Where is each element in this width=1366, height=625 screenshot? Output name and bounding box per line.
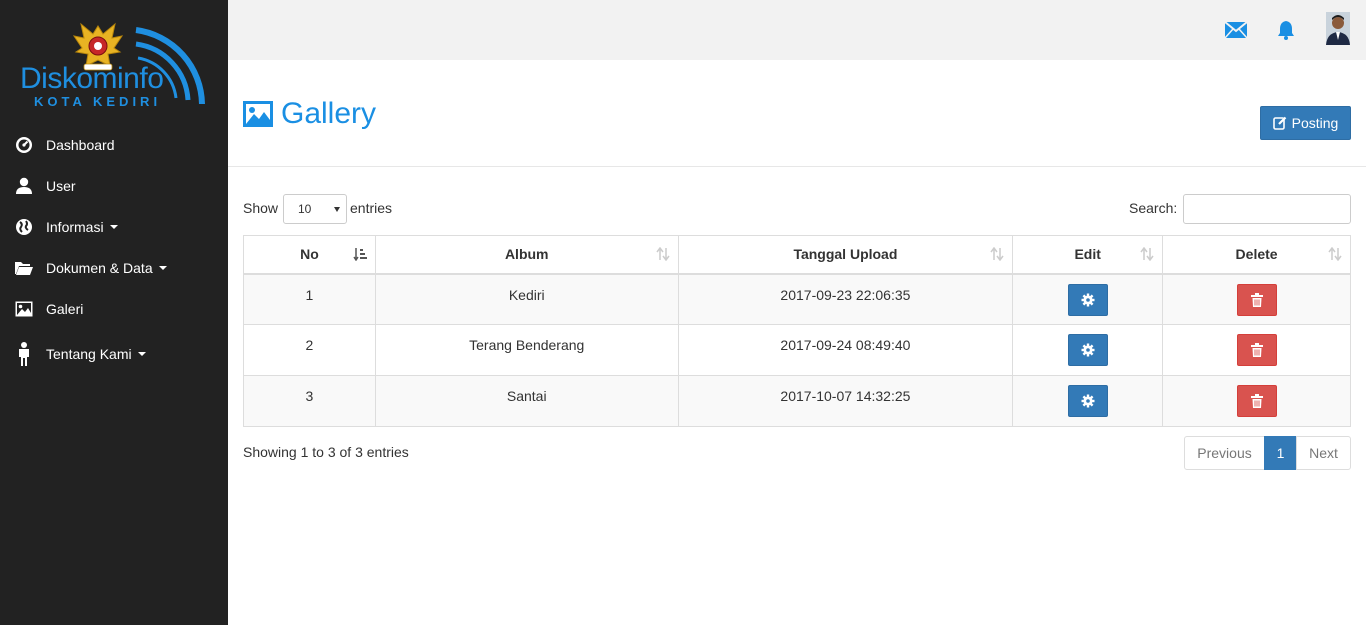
sidebar-item-dokumen-data[interactable]: Dokumen & Data xyxy=(0,247,228,288)
folder-open-icon xyxy=(14,258,34,278)
table-info: Showing 1 to 3 of 3 entries xyxy=(243,444,409,460)
delete-button[interactable] xyxy=(1236,334,1277,366)
bell-icon[interactable] xyxy=(1274,18,1298,42)
sort-both-icon xyxy=(1140,246,1154,264)
user-avatar[interactable] xyxy=(1326,12,1350,45)
cell-no: 1 xyxy=(243,273,376,325)
page-1-button[interactable]: 1 xyxy=(1264,436,1297,470)
trash-icon xyxy=(1250,292,1263,307)
user-icon xyxy=(14,176,34,196)
gear-icon xyxy=(1081,394,1095,408)
page-title: Gallery xyxy=(243,96,376,132)
pagination: Previous 1 Next xyxy=(1184,436,1351,470)
page-title-text: Gallery xyxy=(281,97,377,130)
cell-edit xyxy=(1012,375,1164,427)
cell-tanggal-upload: 2017-09-23 22:06:35 xyxy=(677,273,1014,325)
previous-page-button[interactable]: Previous xyxy=(1184,436,1265,470)
cell-delete xyxy=(1162,375,1351,427)
sidebar-item-label: User xyxy=(46,177,76,194)
cell-album: Kediri xyxy=(374,273,679,325)
table-header-row: No Album Tanggal Upload Edit Delete xyxy=(243,235,1351,275)
chevron-down-icon xyxy=(334,207,340,212)
posting-label: Posting xyxy=(1291,115,1339,131)
picture-icon xyxy=(14,299,34,319)
picture-icon xyxy=(243,101,273,127)
envelope-icon[interactable] xyxy=(1224,18,1248,42)
diskominfo-logo[interactable]: Diskominfo KOTA KEDIRI xyxy=(18,18,213,118)
sort-both-icon xyxy=(1328,246,1342,264)
trash-icon xyxy=(1250,394,1263,408)
edit-icon xyxy=(1272,116,1286,130)
cell-no: 3 xyxy=(243,375,376,427)
cell-edit xyxy=(1012,324,1164,376)
show-label: Show xyxy=(243,200,279,216)
table-row: 1 Kediri 2017-09-23 22:06:35 xyxy=(243,273,1351,325)
cell-delete xyxy=(1162,324,1351,376)
edit-button[interactable] xyxy=(1067,334,1108,366)
person-icon xyxy=(14,342,34,366)
delete-button[interactable] xyxy=(1236,385,1277,417)
page-length-value: 10 xyxy=(298,202,312,216)
column-header-edit[interactable]: Edit xyxy=(1012,235,1164,275)
edit-button[interactable] xyxy=(1067,385,1108,417)
header-divider xyxy=(228,166,1366,167)
chevron-down-icon xyxy=(158,265,167,270)
sidebar-item-tentang-kami[interactable]: Tentang Kami xyxy=(0,329,228,379)
sort-asc-icon xyxy=(353,247,367,264)
chevron-down-icon xyxy=(137,352,146,356)
sort-both-icon xyxy=(655,246,670,264)
sidebar-item-galeri[interactable]: Galeri xyxy=(0,288,228,329)
search-label: Search: xyxy=(1129,200,1178,216)
delete-button[interactable] xyxy=(1236,283,1277,316)
trash-icon xyxy=(1250,343,1263,357)
column-header-delete[interactable]: Delete xyxy=(1162,235,1351,275)
gear-icon xyxy=(1081,293,1095,306)
globe-icon xyxy=(14,217,34,237)
cell-no: 2 xyxy=(243,324,376,376)
column-header-album[interactable]: Album xyxy=(374,235,679,275)
top-bar xyxy=(228,0,1366,60)
sidebar-item-label: Tentang Kami xyxy=(46,346,132,362)
sort-both-icon xyxy=(990,246,1004,264)
cell-tanggal-upload: 2017-10-07 14:32:25 xyxy=(677,375,1014,427)
sidebar: Diskominfo KOTA KEDIRI Dashboard User In… xyxy=(0,0,228,625)
sidebar-item-label: Informasi xyxy=(46,218,104,235)
sidebar-item-informasi[interactable]: Informasi xyxy=(0,206,228,247)
next-page-button[interactable]: Next xyxy=(1296,436,1351,470)
cell-delete xyxy=(1162,273,1351,325)
page-length-select[interactable]: 10 xyxy=(283,194,347,224)
entries-label: entries xyxy=(350,200,393,216)
sidebar-item-label: Dashboard xyxy=(46,136,115,153)
cell-tanggal-upload: 2017-09-24 08:49:40 xyxy=(677,324,1014,376)
table-row: 2 Terang Benderang 2017-09-24 08:49:40 xyxy=(243,324,1351,376)
logo-text: Diskominfo xyxy=(20,62,164,95)
sidebar-item-user[interactable]: User xyxy=(0,165,228,206)
cell-album: Santai xyxy=(374,375,679,427)
search-input[interactable] xyxy=(1183,194,1351,224)
chevron-down-icon xyxy=(109,224,118,229)
dashboard-icon xyxy=(14,135,34,155)
column-header-no[interactable]: No xyxy=(243,235,376,275)
cell-album: Terang Benderang xyxy=(374,324,679,376)
sidebar-nav: Dashboard User Informasi Dokumen & Data xyxy=(0,124,228,379)
posting-button[interactable]: Posting xyxy=(1260,106,1351,140)
gallery-table: No Album Tanggal Upload Edit Delete 1 Ke… xyxy=(243,235,1351,427)
cell-edit xyxy=(1012,273,1164,325)
logo-subtitle: KOTA KEDIRI xyxy=(34,94,162,109)
table-row: 3 Santai 2017-10-07 14:32:25 xyxy=(243,375,1351,427)
sidebar-item-dashboard[interactable]: Dashboard xyxy=(0,124,228,165)
gear-icon xyxy=(1081,343,1095,357)
sidebar-item-label: Galeri xyxy=(46,300,84,317)
column-header-tanggal-upload[interactable]: Tanggal Upload xyxy=(677,235,1014,275)
sidebar-item-label: Dokumen & Data xyxy=(46,259,153,276)
edit-button[interactable] xyxy=(1067,283,1108,316)
